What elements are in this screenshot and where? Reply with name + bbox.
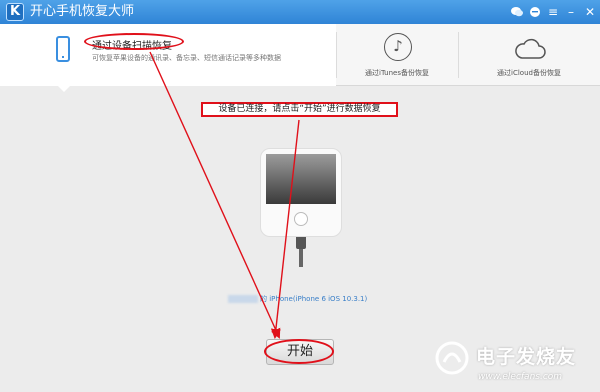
lightning-cable-plug xyxy=(296,237,306,249)
app-title: 开心手机恢复大师 xyxy=(30,4,135,19)
status-message: 设备已连接，请点击“开始”进行数据恢复 xyxy=(218,104,381,114)
title-bar-controls: ≡ – ✕ xyxy=(508,0,600,24)
iphone-illustration xyxy=(260,148,342,237)
watermark: 电子发烧友 www.elecfans.com xyxy=(430,338,600,392)
phone-icon xyxy=(56,36,70,62)
mode-tabs: 通过设备扫描恢复 可恢复苹果设备的通讯录、备忘录、短信通话记录等多种数据 ♪ 通… xyxy=(0,24,600,92)
tab-icloud-backup[interactable]: 通过iCloud备份恢复 xyxy=(458,24,600,86)
status-message-box: 设备已连接，请点击“开始”进行数据恢复 xyxy=(201,102,398,117)
device-name-redacted xyxy=(228,295,258,303)
menu-icon[interactable]: ≡ xyxy=(544,0,562,24)
watermark-text: 电子发烧友 xyxy=(476,346,577,368)
iphone-screen xyxy=(266,154,336,204)
lightning-cable xyxy=(299,249,303,267)
title-bar: K 开心手机恢复大师 ≡ – ✕ xyxy=(0,0,600,24)
selected-tab-pointer xyxy=(58,86,70,92)
app-logo: K xyxy=(6,3,24,21)
close-icon[interactable]: ✕ xyxy=(580,0,600,24)
music-note-icon: ♪ xyxy=(384,33,412,61)
device-model-text: 的 iPhone(iPhone 6 iOS 10.3.1) xyxy=(260,295,368,303)
minimize-icon[interactable]: – xyxy=(562,0,580,24)
chat-icon[interactable] xyxy=(526,0,544,24)
tab-itunes-backup-title: 通过iTunes备份恢复 xyxy=(365,69,429,77)
wechat-icon[interactable] xyxy=(508,0,526,24)
connected-device-info: 的 iPhone(iPhone 6 iOS 10.3.1) xyxy=(228,293,392,305)
watermark-logo-icon xyxy=(435,341,469,375)
app-window: K 开心手机恢复大师 ≡ – ✕ 通过设备扫描恢复 可恢复苹果设备的通讯录、备忘… xyxy=(0,0,600,392)
iphone-home-button xyxy=(294,212,308,226)
tab-device-scan-desc: 可恢复苹果设备的通讯录、备忘录、短信通话记录等多种数据 xyxy=(92,54,281,62)
tab-icloud-backup-title: 通过iCloud备份恢复 xyxy=(497,69,561,77)
tab-itunes-backup[interactable]: ♪ 通过iTunes备份恢复 xyxy=(336,24,458,86)
cloud-icon xyxy=(515,38,546,59)
watermark-url: www.elecfans.com xyxy=(478,372,563,382)
tab-device-scan[interactable]: 通过设备扫描恢复 可恢复苹果设备的通讯录、备忘录、短信通话记录等多种数据 xyxy=(0,24,336,92)
start-annotation-ring xyxy=(264,339,334,364)
tab-annotation-ring xyxy=(84,33,184,50)
